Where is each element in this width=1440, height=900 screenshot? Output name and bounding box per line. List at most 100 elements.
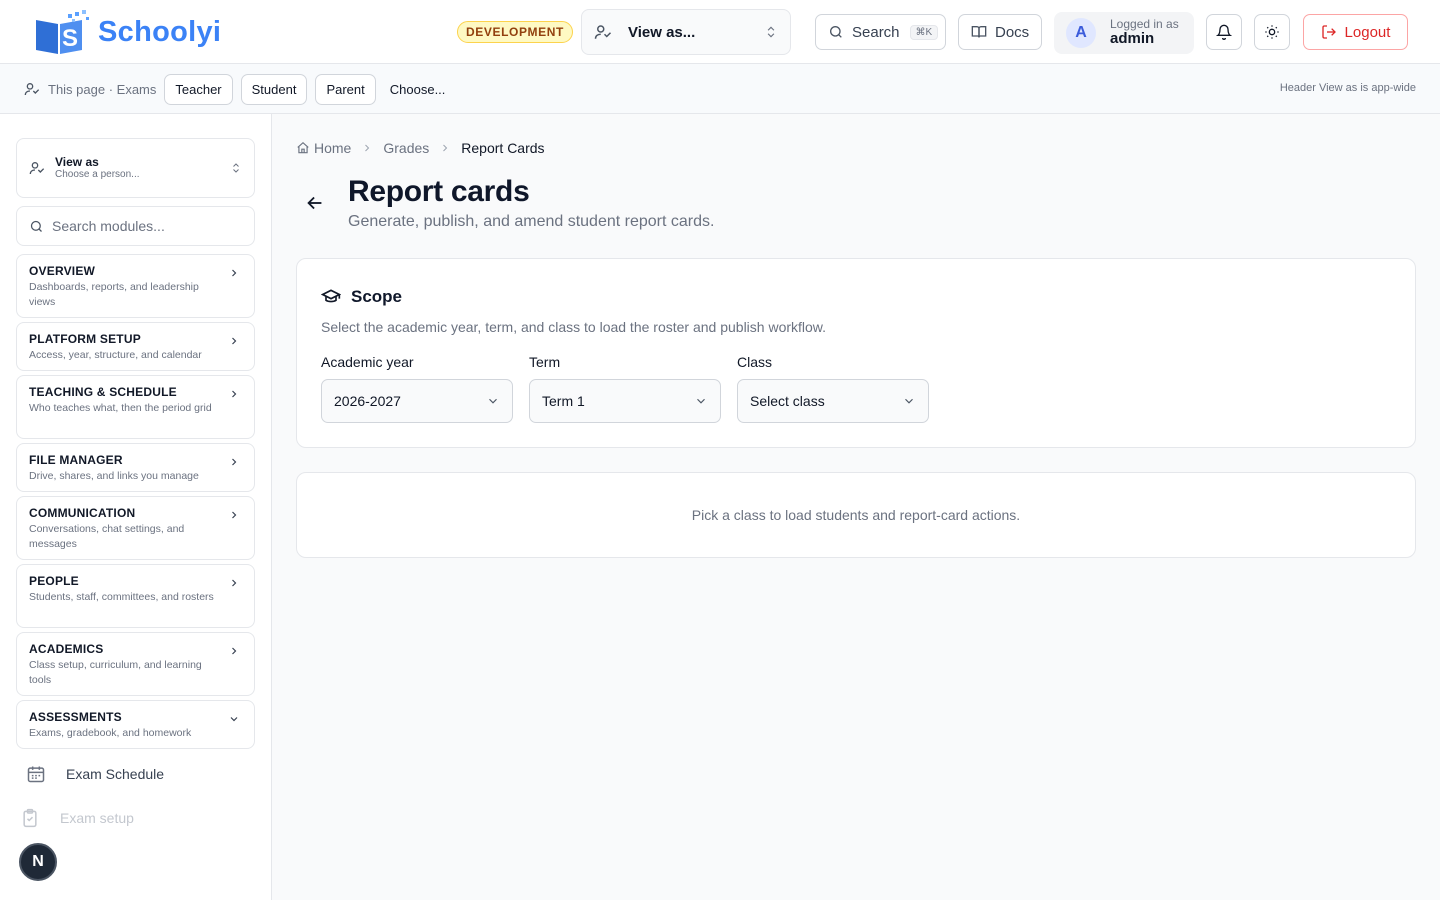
choose-person-link[interactable]: Choose... [384, 82, 452, 97]
chevron-down-icon [486, 394, 500, 408]
sidebar-module-assessments[interactable]: ASSESSMENTS Exams, gradebook, and homewo… [16, 700, 255, 749]
module-description: Dashboards, reports, and leadership view… [29, 281, 199, 308]
search-icon [29, 219, 44, 234]
role-chip-student[interactable]: Student [240, 73, 308, 105]
class-value: Select class [750, 393, 825, 409]
sidebar-item-label: Exam Schedule [66, 766, 165, 782]
academic-year-select[interactable]: 2026-2027 [321, 379, 513, 423]
empty-state-card: Pick a class to load students and report… [296, 472, 1416, 558]
scope-title-text: Scope [351, 287, 403, 306]
theme-toggle-button[interactable] [1254, 14, 1290, 50]
academic-year-label: Academic year [321, 354, 414, 370]
book-icon [971, 24, 987, 40]
avatar: A [1066, 18, 1096, 48]
breadcrumb-grades[interactable]: Grades [383, 140, 429, 156]
graduation-cap-icon [321, 287, 341, 307]
module-description: Access, year, structure, and calendar [29, 349, 202, 361]
logout-icon [1321, 24, 1337, 40]
page-subtitle: Generate, publish, and amend student rep… [348, 213, 715, 230]
chevron-down-icon [228, 713, 240, 725]
search-icon [828, 24, 844, 40]
sidebar-module-teaching-schedule[interactable]: TEACHING & SCHEDULE Who teaches what, th… [16, 375, 255, 439]
sidebar-item-exam-schedule[interactable]: Exam Schedule [26, 764, 164, 784]
user-menu[interactable]: A Logged in as admin [1054, 12, 1194, 54]
chevron-down-icon [902, 394, 916, 408]
clipboard-check-icon [20, 808, 40, 828]
module-title: OVERVIEW [29, 264, 96, 278]
logo-icon: S [32, 10, 92, 54]
page-view-as-bar: This page · Exams Teacher Student Parent… [0, 64, 1440, 114]
calendar-icon [26, 764, 46, 784]
term-select[interactable]: Term 1 [529, 379, 721, 423]
chevron-right-icon [439, 142, 451, 154]
search-button[interactable]: Search ⌘K [815, 14, 946, 50]
user-switch-icon [24, 81, 40, 97]
docs-label: Docs [995, 23, 1030, 41]
logo[interactable]: S Schoolyi [32, 8, 221, 56]
user-switch-icon [594, 23, 612, 41]
back-button[interactable] [304, 192, 326, 214]
module-description: Class setup, curriculum, and learning to… [29, 659, 202, 686]
academic-year-value: 2026-2027 [334, 393, 401, 409]
breadcrumb-home-label: Home [314, 140, 352, 156]
sidebar-module-communication[interactable]: COMMUNICATION Conversations, chat settin… [16, 496, 255, 560]
module-title: TEACHING & SCHEDULE [29, 385, 177, 399]
scope-description: Select the academic year, term, and clas… [321, 319, 827, 335]
search-shortcut: ⌘K [909, 24, 939, 40]
module-title: PLATFORM SETUP [29, 332, 141, 346]
class-select[interactable]: Select class [737, 379, 929, 423]
breadcrumb: Home Grades Report Cards [296, 138, 545, 158]
term-label: Term [529, 354, 561, 370]
breadcrumb-current: Report Cards [461, 140, 545, 156]
chevron-right-icon [361, 142, 373, 154]
sidebar-module-academics[interactable]: ACADEMICS Class setup, curriculum, and l… [16, 632, 255, 696]
module-description: Conversations, chat settings, and messag… [29, 523, 185, 550]
module-description: Drive, shares, and links you manage [29, 470, 199, 482]
view-as-note: Header View as is app-wide [1279, 82, 1416, 94]
breadcrumb-home[interactable]: Home [296, 140, 351, 156]
scope-card: Scope Select the academic year, term, an… [296, 258, 1416, 448]
user-name: admin [1110, 30, 1155, 48]
module-search [16, 206, 255, 246]
chevron-up-down-icon [230, 162, 242, 174]
module-title: ACADEMICS [29, 642, 104, 656]
view-as-label: View as... [628, 23, 696, 41]
svg-text:S: S [62, 25, 78, 52]
logout-label: Logout [1344, 23, 1391, 41]
module-description: Who teaches what, then the period grid [29, 402, 212, 414]
role-chip-parent[interactable]: Parent [315, 73, 376, 105]
sidebar-module-overview[interactable]: OVERVIEW Dashboards, reports, and leader… [16, 254, 255, 318]
sidebar-module-platform-setup[interactable]: PLATFORM SETUP Access, year, structure, … [16, 322, 255, 371]
role-chip-teacher[interactable]: Teacher [164, 73, 233, 105]
page-context-label: This page · Exams [48, 81, 157, 97]
docs-button[interactable]: Docs [958, 14, 1042, 50]
sun-icon [1264, 24, 1280, 40]
chevron-right-icon [228, 645, 240, 657]
sidebar-item-exam-setup[interactable]: Exam setup [20, 808, 134, 828]
top-header: S Schoolyi DEVELOPMENT View as... Search… [0, 0, 1440, 64]
sidebar-module-file-manager[interactable]: FILE MANAGER Drive, shares, and links yo… [16, 443, 255, 492]
arrow-left-icon [304, 192, 326, 214]
dev-tools-button[interactable]: N [19, 843, 57, 881]
module-title: ASSESSMENTS [29, 710, 122, 724]
chevron-down-icon [694, 394, 708, 408]
chevron-up-down-icon [764, 25, 778, 39]
sidebar-module-people[interactable]: PEOPLE Students, staff, committees, and … [16, 564, 255, 628]
module-search-input[interactable] [52, 218, 232, 234]
term-value: Term 1 [542, 393, 585, 409]
sidebar-view-as-select[interactable]: View as Choose a person... [16, 138, 255, 198]
header-view-as-select[interactable]: View as... [581, 9, 791, 55]
module-description: Exams, gradebook, and homework [29, 727, 192, 739]
sidebar-view-as-subtitle: Choose a person... [55, 169, 140, 181]
notifications-button[interactable] [1206, 14, 1242, 50]
search-label: Search [852, 23, 900, 41]
module-title: COMMUNICATION [29, 506, 136, 520]
home-icon [296, 141, 310, 155]
chevron-right-icon [228, 335, 240, 347]
chevron-right-icon [228, 267, 240, 279]
module-title: PEOPLE [29, 574, 79, 588]
module-description: Students, staff, committees, and rosters [29, 591, 214, 603]
logout-button[interactable]: Logout [1303, 14, 1408, 50]
sidebar: View as Choose a person... OVERVIEW Dash… [0, 114, 272, 900]
user-switch-icon [29, 160, 45, 176]
